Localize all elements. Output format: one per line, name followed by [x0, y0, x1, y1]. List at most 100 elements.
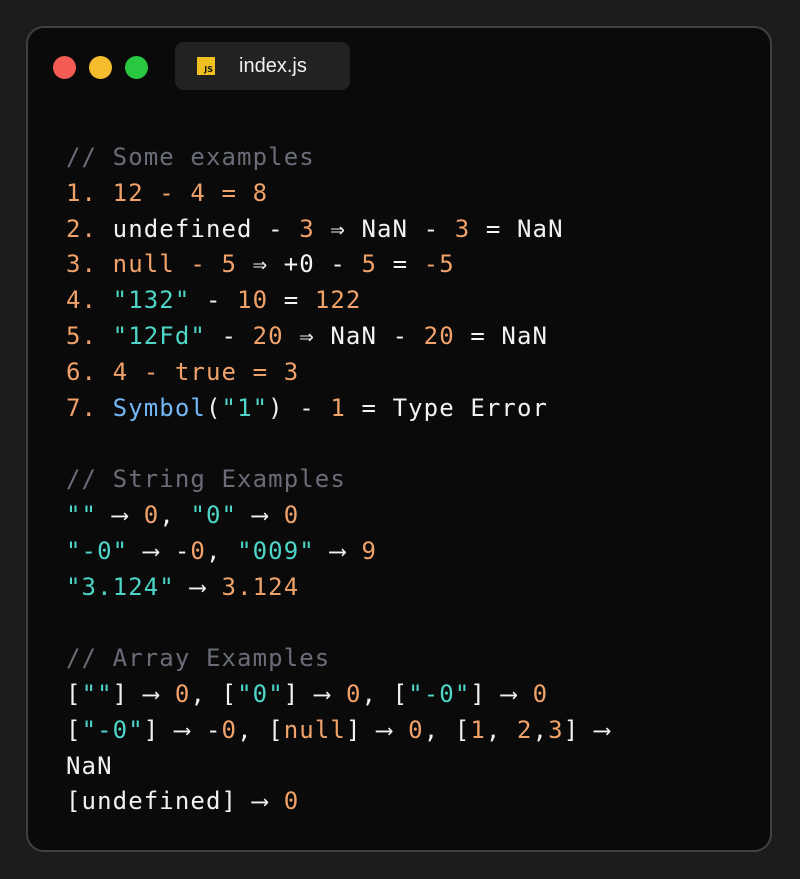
code-token: ,	[159, 500, 191, 529]
code-token: ] ⟶	[112, 679, 175, 708]
code-token: 1. 12 - 4 = 8	[66, 178, 269, 207]
code-token: "0"	[237, 679, 284, 708]
code-line: // Array Examples	[66, 641, 610, 677]
code-token: ] ⟶	[470, 679, 533, 708]
code-token: "009"	[237, 536, 315, 565]
code-token: ⟶ -	[128, 536, 191, 565]
code-line: NaN	[66, 749, 610, 785]
code-token: ""	[81, 679, 113, 708]
code-token: 3.124	[221, 572, 300, 601]
code-token: 1	[330, 393, 346, 422]
code-token: 9	[361, 536, 378, 565]
code-token: 4.	[66, 286, 113, 315]
close-button[interactable]	[53, 56, 76, 79]
code-token: -	[205, 321, 253, 350]
code-token: [	[66, 715, 82, 744]
code-token: null	[283, 715, 346, 744]
code-token: 3. null - 5	[66, 250, 238, 279]
code-token: ⇒ NaN -	[283, 321, 424, 350]
code-line: "3.124" ⟶ 3.124	[66, 570, 610, 606]
code-line: // Some examples	[66, 140, 610, 176]
code-token: ] ⟶	[283, 679, 346, 708]
code-token: 6. 4 - true = 3	[66, 357, 300, 386]
code-line: 2. undefined - 3 ⇒ NaN - 3 = NaN	[66, 212, 610, 248]
code-token: 0	[221, 715, 238, 744]
code-token: =	[268, 286, 315, 315]
tab-filename: index.js	[239, 54, 307, 77]
code-token: , [	[237, 715, 284, 744]
code-token: = NaN	[470, 214, 564, 243]
code-token: "132"	[112, 286, 191, 315]
code-token: ⟶	[97, 500, 144, 529]
code-token: 0	[408, 715, 424, 744]
code-line: ["-0"] ⟶ -0, [null] ⟶ 0, [1, 2,3] ⟶	[66, 713, 610, 749]
maximize-button[interactable]	[125, 56, 148, 79]
code-token: ⟶	[174, 572, 222, 601]
code-token: [undefined] ⟶	[66, 787, 284, 816]
code-token: , [	[190, 679, 238, 708]
code-line: [""] ⟶ 0, ["0"] ⟶ 0, ["-0"] ⟶ 0	[66, 677, 610, 713]
code-token: , [	[423, 715, 471, 744]
code-token: ,	[485, 715, 518, 744]
code-token: 0	[345, 679, 362, 708]
code-token: "12Fd"	[112, 321, 206, 350]
code-token: [	[66, 679, 82, 708]
code-token: 2	[517, 715, 533, 744]
code-token: "-0"	[408, 679, 471, 708]
code-token: -5	[423, 250, 455, 279]
code-line: 5. "12Fd" - 20 ⇒ NaN - 20 = NaN	[66, 319, 610, 355]
code-token: 2.	[66, 214, 113, 243]
code-token: 10	[237, 286, 269, 315]
code-token: 1	[470, 715, 486, 744]
code-line: [undefined] ⟶ 0	[66, 784, 610, 820]
code-token: ,	[205, 536, 238, 565]
code-token: Symbol	[112, 393, 206, 422]
code-token: =	[377, 250, 424, 279]
code-token: 3	[299, 214, 315, 243]
code-token: 122	[314, 286, 362, 315]
code-line: 7. Symbol("1") - 1 = Type Error	[66, 391, 610, 427]
code-window: JS index.js // Some examples 1. 12 - 4 = …	[26, 26, 772, 852]
code-token: NaN	[66, 751, 113, 780]
code-token: (	[205, 393, 222, 422]
code-line: "" ⟶ 0, "0" ⟶ 0	[66, 498, 610, 534]
code-line: 1. 12 - 4 = 8	[66, 176, 610, 212]
code-token: ] ⟶	[345, 715, 409, 744]
code-token: "-0"	[81, 715, 144, 744]
code-token: 0	[174, 679, 191, 708]
code-token: // Some examples	[66, 143, 315, 171]
code-token: ⟶	[314, 536, 362, 565]
code-token: 7.	[66, 393, 113, 422]
code-token: ] ⟶ -	[143, 715, 222, 744]
code-token: 0	[283, 500, 300, 529]
code-token: , [	[361, 679, 409, 708]
code-token: undefined -	[112, 214, 300, 243]
code-line: 4. "132" - 10 = 122	[66, 283, 610, 319]
minimize-button[interactable]	[89, 56, 112, 79]
code-token: 5	[361, 250, 378, 279]
code-token: "-0"	[66, 536, 129, 565]
code-token: 3	[548, 715, 564, 744]
code-token: ⟶	[237, 500, 284, 529]
code-line: 6. 4 - true = 3	[66, 355, 610, 391]
code-token: = Type Error	[345, 393, 549, 422]
code-token: 5.	[66, 321, 113, 350]
code-token: ⇒ NaN -	[314, 214, 455, 243]
code-token: 20	[252, 321, 284, 350]
code-token: ) -	[268, 393, 331, 422]
code-token: 20	[423, 321, 455, 350]
code-token: // Array Examples	[66, 644, 331, 673]
file-tab[interactable]: JS index.js	[175, 42, 350, 90]
code-line: 3. null - 5 ⇒ +0 - 5 = -5	[66, 247, 610, 283]
code-token: -	[190, 286, 238, 315]
code-token: "0"	[190, 500, 238, 529]
code-token: ,	[532, 715, 549, 744]
code-token: ] ⟶	[563, 715, 611, 744]
code-token: 0	[190, 536, 206, 565]
code-token: = NaN	[454, 321, 549, 350]
code-token: 0	[143, 500, 160, 529]
code-token: ""	[66, 500, 98, 529]
code-token: "3.124"	[66, 572, 175, 601]
code-token: 0	[532, 679, 549, 708]
